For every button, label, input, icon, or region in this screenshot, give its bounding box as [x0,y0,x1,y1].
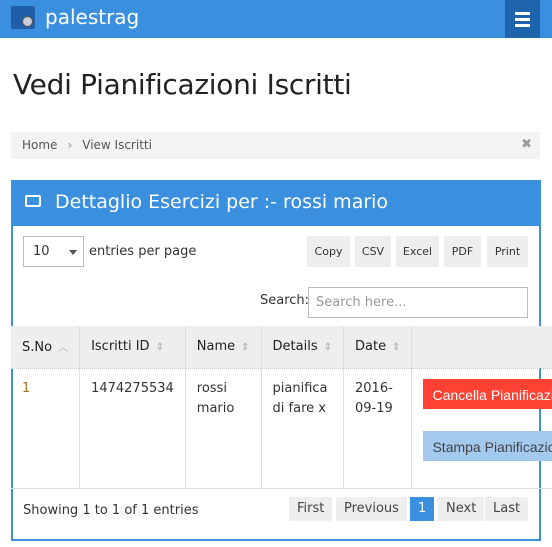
caret-down-icon [69,250,77,259]
page-next[interactable]: Next [438,497,485,521]
pdf-button[interactable]: PDF [444,236,481,267]
header-actions [411,326,552,369]
panel-title: Dettaglio Esercizi per :- rossi mario [55,191,389,213]
header-name[interactable]: Name ⇕ [185,326,262,369]
print-button[interactable]: Print [487,236,528,267]
inbox-icon [25,195,41,207]
sort-icon: ⇕ [392,342,401,354]
app-logo[interactable] [11,6,35,29]
chevron-right-icon: › [67,138,73,152]
header-date[interactable]: Date ⇕ [343,326,413,369]
cell-details: pianifica di fare x [261,368,345,489]
header-iscritti-id[interactable]: Iscritti ID ⇕ [79,326,186,369]
cell-actions: Cancella Pianificazione Stampa Pianifica… [411,368,552,489]
panel-header: Dettaglio Esercizi per :- rossi mario [11,180,541,226]
entries-select[interactable]: 10 [23,236,84,267]
entries-info: Showing 1 to 1 of 1 entries [23,503,199,518]
breadcrumb-current: View Iscritti [82,138,152,152]
page-previous[interactable]: Previous [336,497,407,521]
header-sno[interactable]: S.No ︿ [11,326,81,369]
search-input[interactable]: Search here... [308,287,528,318]
detail-panel: Dettaglio Esercizi per :- rossi mario 10… [11,180,552,541]
data-table: S.No ︿ Iscritti ID ⇕ Name ⇕ Details ⇕ Date ⇕ … [11,326,552,489]
excel-button[interactable]: Excel [396,236,439,267]
page-last[interactable]: Last [485,497,529,521]
page-first[interactable]: First [289,497,333,521]
cell-name: rossi mario [185,368,262,489]
navbar: palestrag [0,0,552,38]
copy-button[interactable]: Copy [307,236,350,267]
header-details[interactable]: Details ⇕ [261,326,345,369]
hamburger-icon[interactable] [505,0,540,38]
cell-sno: 1 [11,368,81,489]
table-row: 1 1474275534 rossi mario pianifica di fa… [11,368,552,489]
sort-icon: ⇕ [155,342,164,354]
sort-icon: ⇕ [323,342,332,354]
sort-icon: ⇕ [241,342,250,354]
page-1[interactable]: 1 [410,497,435,521]
csv-button[interactable]: CSV [355,236,391,267]
entries-label: entries per page [89,244,197,259]
cell-date: 2016-09-19 [343,368,413,489]
search-label: Search: [260,293,310,308]
sort-asc-icon: ︿ [58,342,69,354]
print-plan-button[interactable]: Stampa Pianificazione [423,430,552,461]
brand-name[interactable]: palestrag [45,5,139,29]
cell-id: 1474275534 [79,368,186,489]
breadcrumb: Home › View Iscritti ✖ [11,132,540,159]
page-title: Vedi Pianificazioni Iscritti [13,68,352,101]
breadcrumb-home[interactable]: Home [22,138,57,152]
close-icon[interactable]: ✖ [521,137,532,152]
cancel-plan-button[interactable]: Cancella Pianificazione [423,378,552,409]
